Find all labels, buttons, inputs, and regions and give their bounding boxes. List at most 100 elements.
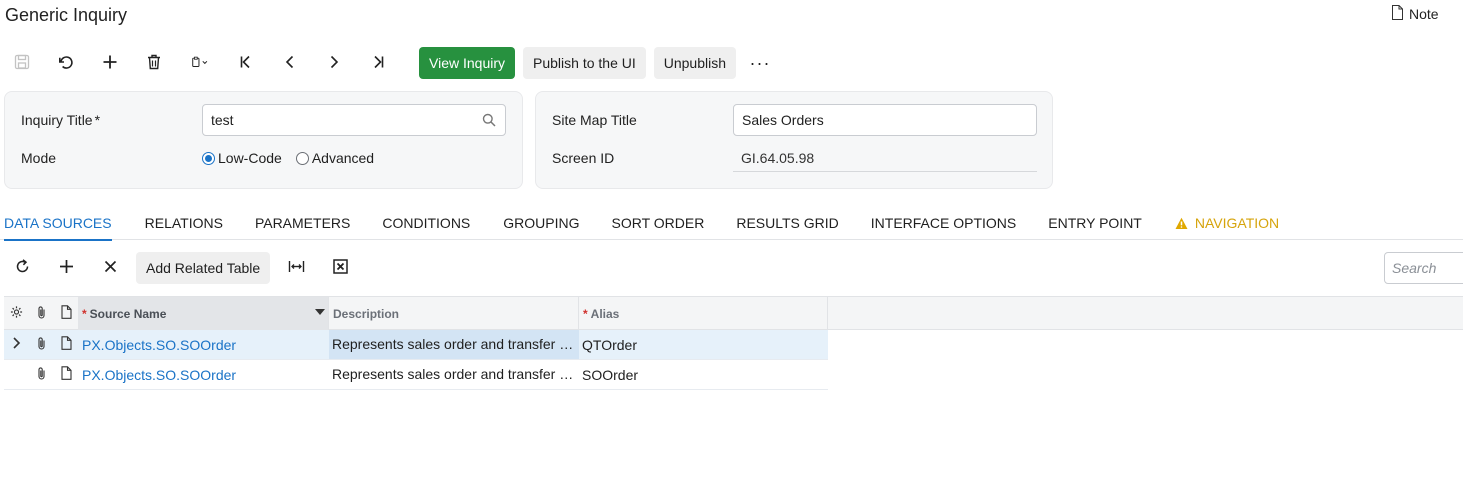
mode-low-code-label: Low-Code bbox=[218, 150, 282, 166]
column-header-description[interactable]: Description bbox=[329, 297, 579, 330]
files-column-header bbox=[28, 297, 54, 330]
page-title: Generic Inquiry bbox=[5, 5, 128, 25]
refresh-button[interactable] bbox=[6, 252, 38, 284]
alias-cell[interactable]: SOOrder bbox=[582, 360, 827, 389]
clipboard-icon bbox=[191, 53, 209, 74]
required-marker: * bbox=[94, 112, 101, 128]
row-expand-button[interactable] bbox=[4, 330, 28, 359]
note-icon bbox=[60, 366, 73, 383]
tab-parameters[interactable]: PARAMETERS bbox=[255, 206, 350, 240]
tab-interface-options[interactable]: INTERFACE OPTIONS bbox=[871, 206, 1016, 240]
tab-navigation-label: NAVIGATION bbox=[1194, 215, 1280, 231]
data-sources-grid: * Source Name Description * Alias PX.Obj… bbox=[4, 296, 1463, 390]
copy-paste-menu-button[interactable] bbox=[176, 47, 224, 79]
note-button[interactable]: Note bbox=[1391, 5, 1439, 23]
source-name-cell[interactable]: PX.Objects.SO.SOOrder bbox=[82, 360, 327, 389]
trash-icon bbox=[145, 53, 163, 74]
plus-icon bbox=[101, 53, 119, 74]
close-icon bbox=[102, 258, 119, 278]
paperclip-icon bbox=[35, 336, 48, 353]
add-related-table-button[interactable]: Add Related Table bbox=[136, 252, 271, 284]
tab-navigation[interactable]: NAVIGATION bbox=[1175, 206, 1279, 240]
inquiry-title-label-text: Inquiry Title bbox=[21, 112, 93, 128]
more-actions-button[interactable]: ··· bbox=[744, 47, 776, 79]
table-row[interactable]: PX.Objects.SO.SOOrder Represents sales o… bbox=[4, 360, 828, 390]
main-toolbar: View Inquiry Publish to the UI Unpublish… bbox=[0, 47, 776, 79]
save-button[interactable] bbox=[0, 47, 44, 79]
inquiry-title-input[interactable]: test bbox=[202, 104, 506, 136]
tab-relations[interactable]: RELATIONS bbox=[145, 206, 223, 240]
grid-header: * Source Name Description * Alias bbox=[4, 296, 1463, 330]
note-icon bbox=[1391, 5, 1404, 23]
chevron-right-icon bbox=[325, 53, 343, 74]
table-row[interactable]: PX.Objects.SO.SOOrder Represents sales o… bbox=[4, 330, 828, 360]
delete-button[interactable] bbox=[132, 47, 176, 79]
grid-search-input[interactable]: Search bbox=[1384, 252, 1463, 284]
screen-id-label: Screen ID bbox=[552, 150, 615, 166]
tab-grouping[interactable]: GROUPING bbox=[503, 206, 579, 240]
column-header-alias-label: Alias bbox=[590, 306, 620, 321]
paperclip-icon bbox=[35, 366, 48, 383]
mode-label: Mode bbox=[21, 150, 57, 166]
plus-icon bbox=[58, 258, 75, 278]
last-icon bbox=[369, 53, 387, 74]
excel-icon bbox=[332, 258, 349, 278]
inquiry-title-label: Inquiry Title * bbox=[21, 112, 100, 128]
tab-sort-order[interactable]: SORT ORDER bbox=[612, 206, 705, 240]
fit-width-icon bbox=[288, 258, 305, 278]
paperclip-icon bbox=[35, 305, 48, 322]
save-icon bbox=[13, 53, 31, 74]
grid-toolbar: Add Related Table Search bbox=[0, 252, 1463, 284]
site-map-title-label: Site Map Title bbox=[552, 112, 637, 128]
warning-icon bbox=[1175, 217, 1188, 230]
required-marker: * bbox=[583, 306, 588, 321]
alias-cell[interactable]: QTOrder bbox=[582, 330, 827, 359]
row-files-button[interactable] bbox=[28, 360, 54, 389]
description-cell[interactable]: Represents sales order and transfer … bbox=[329, 330, 579, 359]
column-header-source-name-label: Source Name bbox=[89, 306, 167, 321]
fit-columns-button[interactable] bbox=[280, 252, 312, 284]
note-icon bbox=[60, 305, 73, 322]
last-record-button[interactable] bbox=[356, 47, 400, 79]
column-header-description-label: Description bbox=[333, 306, 400, 321]
column-settings-button[interactable] bbox=[4, 297, 28, 330]
site-map-panel: Site Map Title Sales Orders Screen ID GI… bbox=[535, 91, 1053, 189]
tab-entry-point[interactable]: ENTRY POINT bbox=[1048, 206, 1142, 240]
first-record-button[interactable] bbox=[224, 47, 268, 79]
column-header-alias[interactable]: * Alias bbox=[579, 297, 828, 330]
row-note-button[interactable] bbox=[54, 330, 78, 359]
tab-results-grid[interactable]: RESULTS GRID bbox=[736, 206, 838, 240]
unpublish-button[interactable]: Unpublish bbox=[653, 47, 737, 79]
site-map-title-value: Sales Orders bbox=[742, 112, 824, 128]
required-marker: * bbox=[82, 306, 87, 321]
tab-conditions[interactable]: CONDITIONS bbox=[382, 206, 470, 240]
row-note-button[interactable] bbox=[54, 360, 78, 389]
previous-record-button[interactable] bbox=[268, 47, 312, 79]
notes-column-header bbox=[54, 297, 78, 330]
note-icon bbox=[60, 336, 73, 353]
add-row-button[interactable] bbox=[50, 252, 82, 284]
mode-advanced-radio[interactable]: Advanced bbox=[295, 150, 374, 166]
source-name-cell[interactable]: PX.Objects.SO.SOOrder bbox=[82, 330, 327, 359]
view-inquiry-button[interactable]: View Inquiry bbox=[419, 47, 516, 79]
add-button[interactable] bbox=[88, 47, 132, 79]
inquiry-title-value: test bbox=[211, 112, 234, 128]
mode-low-code-radio[interactable]: Low-Code bbox=[202, 150, 282, 166]
chevron-right-icon bbox=[10, 336, 23, 353]
radio-checked-icon bbox=[202, 151, 215, 165]
search-icon[interactable] bbox=[482, 113, 496, 127]
delete-row-button[interactable] bbox=[94, 252, 126, 284]
refresh-icon bbox=[14, 258, 31, 278]
screen-id-field: GI.64.05.98 bbox=[733, 144, 1037, 172]
undo-button[interactable] bbox=[44, 47, 88, 79]
description-cell[interactable]: Represents sales order and transfer … bbox=[329, 360, 579, 389]
row-files-button[interactable] bbox=[28, 330, 54, 359]
tab-bar: DATA SOURCES RELATIONS PARAMETERS CONDIT… bbox=[0, 206, 1463, 241]
site-map-title-input[interactable]: Sales Orders bbox=[733, 104, 1037, 136]
publish-to-ui-button[interactable]: Publish to the UI bbox=[523, 47, 646, 79]
export-excel-button[interactable] bbox=[324, 252, 356, 284]
next-record-button[interactable] bbox=[312, 47, 356, 79]
tab-data-sources[interactable]: DATA SOURCES bbox=[4, 206, 112, 241]
inquiry-summary-panel: Inquiry Title * test Mode Low-Code Advanc… bbox=[4, 91, 523, 189]
column-header-source-name[interactable]: * Source Name bbox=[78, 297, 329, 330]
